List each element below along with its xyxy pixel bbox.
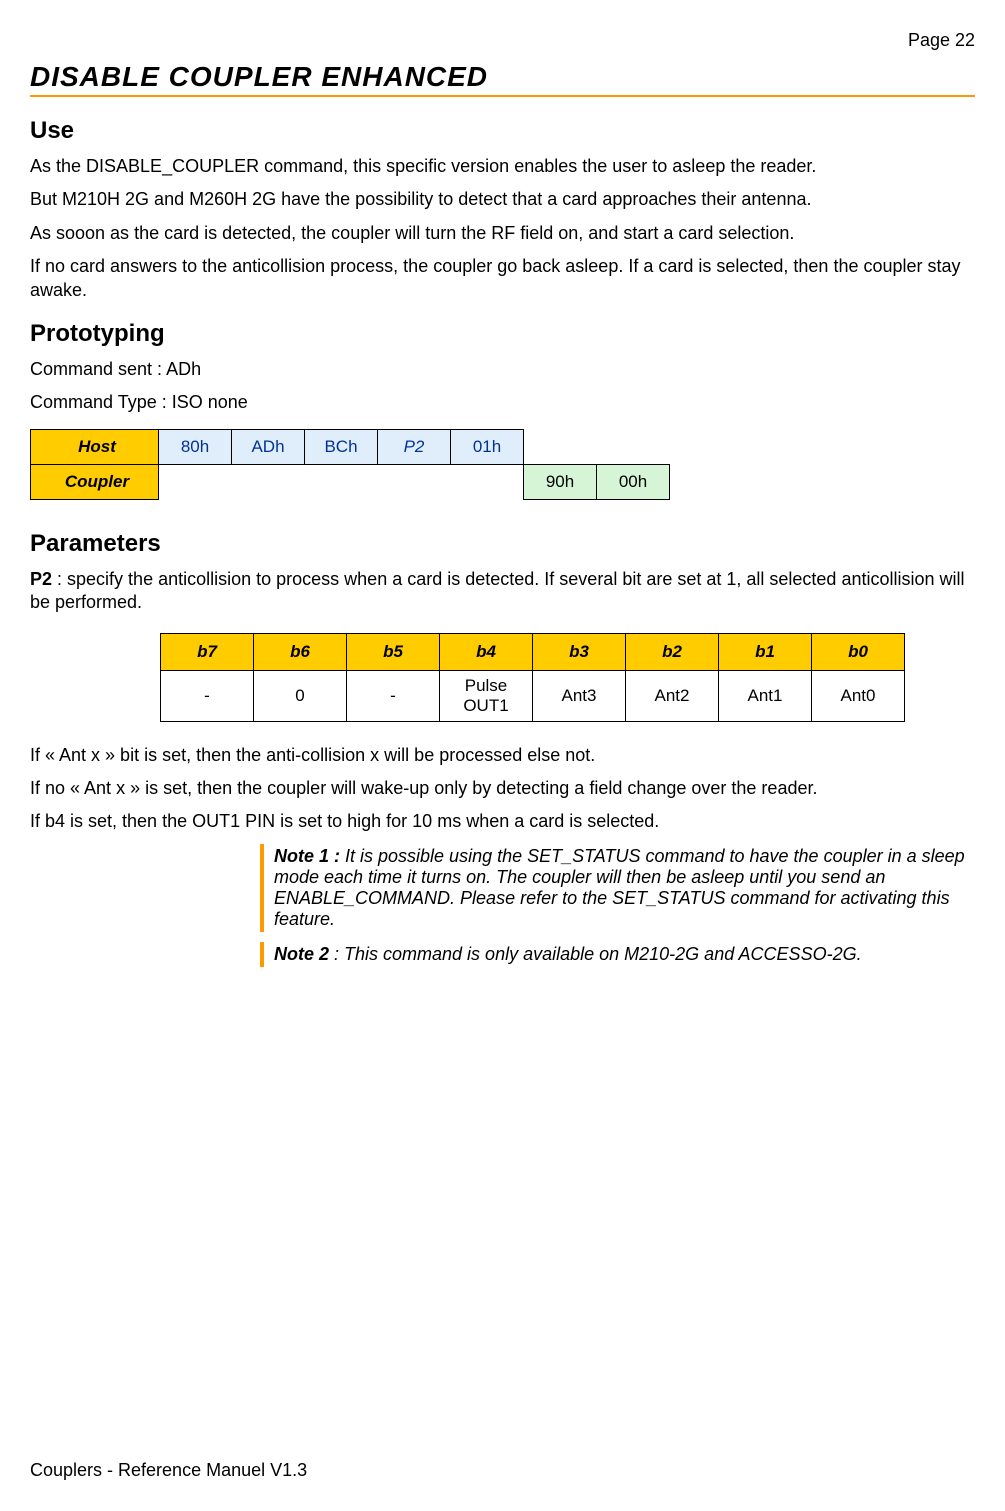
bit-header: b5 [347, 633, 440, 670]
empty-cell [451, 464, 524, 499]
bit-cell: - [347, 670, 440, 721]
empty-cell [305, 464, 378, 499]
table-row-values: - 0 - Pulse OUT1 Ant3 Ant2 Ant1 Ant0 [161, 670, 905, 721]
empty-cell [597, 429, 670, 464]
bit-cell: Ant1 [719, 670, 812, 721]
parameters-p3: If no « Ant x » is set, then the coupler… [30, 777, 975, 800]
empty-cell [232, 464, 305, 499]
host-cell: 01h [451, 429, 524, 464]
use-p4: If no card answers to the anticollision … [30, 255, 975, 302]
empty-cell [524, 429, 597, 464]
coupler-cell: 90h [524, 464, 597, 499]
command-sent: Command sent : ADh [30, 358, 975, 381]
coupler-cell: 00h [597, 464, 670, 499]
parameters-p4: If b4 is set, then the OUT1 PIN is set t… [30, 810, 975, 833]
note-2: Note 2 : This command is only available … [260, 942, 975, 967]
bit-header: b0 [812, 633, 905, 670]
command-type: Command Type : ISO none [30, 391, 975, 414]
host-cell: 80h [159, 429, 232, 464]
empty-cell [159, 464, 232, 499]
use-p2: But M210H 2G and M260H 2G have the possi… [30, 188, 975, 211]
bit-cell: 0 [254, 670, 347, 721]
bit-cell: Pulse OUT1 [440, 670, 533, 721]
host-cell: ADh [232, 429, 305, 464]
page-title: DISABLE COUPLER ENHANCED [30, 61, 975, 93]
p1-rest: : specify the anticollision to process w… [30, 569, 965, 612]
host-cell: BCh [305, 429, 378, 464]
prototyping-heading: Prototyping [30, 320, 975, 348]
title-rule [30, 95, 975, 97]
page-number: Page 22 [30, 30, 975, 51]
use-p1: As the DISABLE_COUPLER command, this spe… [30, 155, 975, 178]
empty-cell [378, 464, 451, 499]
note-1-label: Note 1 : [274, 846, 340, 866]
bit-cell: Ant3 [533, 670, 626, 721]
coupler-label: Coupler [31, 464, 159, 499]
parameters-p1: P2 : specify the anticollision to proces… [30, 568, 975, 615]
host-cell: P2 [378, 429, 451, 464]
bits-table: b7 b6 b5 b4 b3 b2 b1 b0 - 0 - Pulse OUT1… [160, 633, 905, 722]
note-2-label: Note 2 [274, 944, 329, 964]
footer: Couplers - Reference Manuel V1.3 [30, 1460, 307, 1481]
note-1: Note 1 : It is possible using the SET_ST… [260, 844, 975, 932]
bit-header: b1 [719, 633, 812, 670]
bit-header: b3 [533, 633, 626, 670]
bit-header: b7 [161, 633, 254, 670]
bit-cell: Ant2 [626, 670, 719, 721]
host-label: Host [31, 429, 159, 464]
table-row-coupler: Coupler 90h 00h [31, 464, 670, 499]
bit-cell: Ant0 [812, 670, 905, 721]
bit-header: b2 [626, 633, 719, 670]
table-row-header: b7 b6 b5 b4 b3 b2 b1 b0 [161, 633, 905, 670]
parameters-p2: If « Ant x » bit is set, then the anti-c… [30, 744, 975, 767]
p2-label: P2 [30, 569, 52, 589]
note-1-text: It is possible using the SET_STATUS comm… [274, 846, 965, 929]
bit-header: b6 [254, 633, 347, 670]
note-2-text: : This command is only available on M210… [329, 944, 862, 964]
parameters-heading: Parameters [30, 530, 975, 558]
table-row-host: Host 80h ADh BCh P2 01h [31, 429, 670, 464]
bit-cell: - [161, 670, 254, 721]
use-heading: Use [30, 117, 975, 145]
prototyping-table: Host 80h ADh BCh P2 01h Coupler 90h 00h [30, 429, 670, 500]
bit-header: b4 [440, 633, 533, 670]
use-p3: As sooon as the card is detected, the co… [30, 222, 975, 245]
